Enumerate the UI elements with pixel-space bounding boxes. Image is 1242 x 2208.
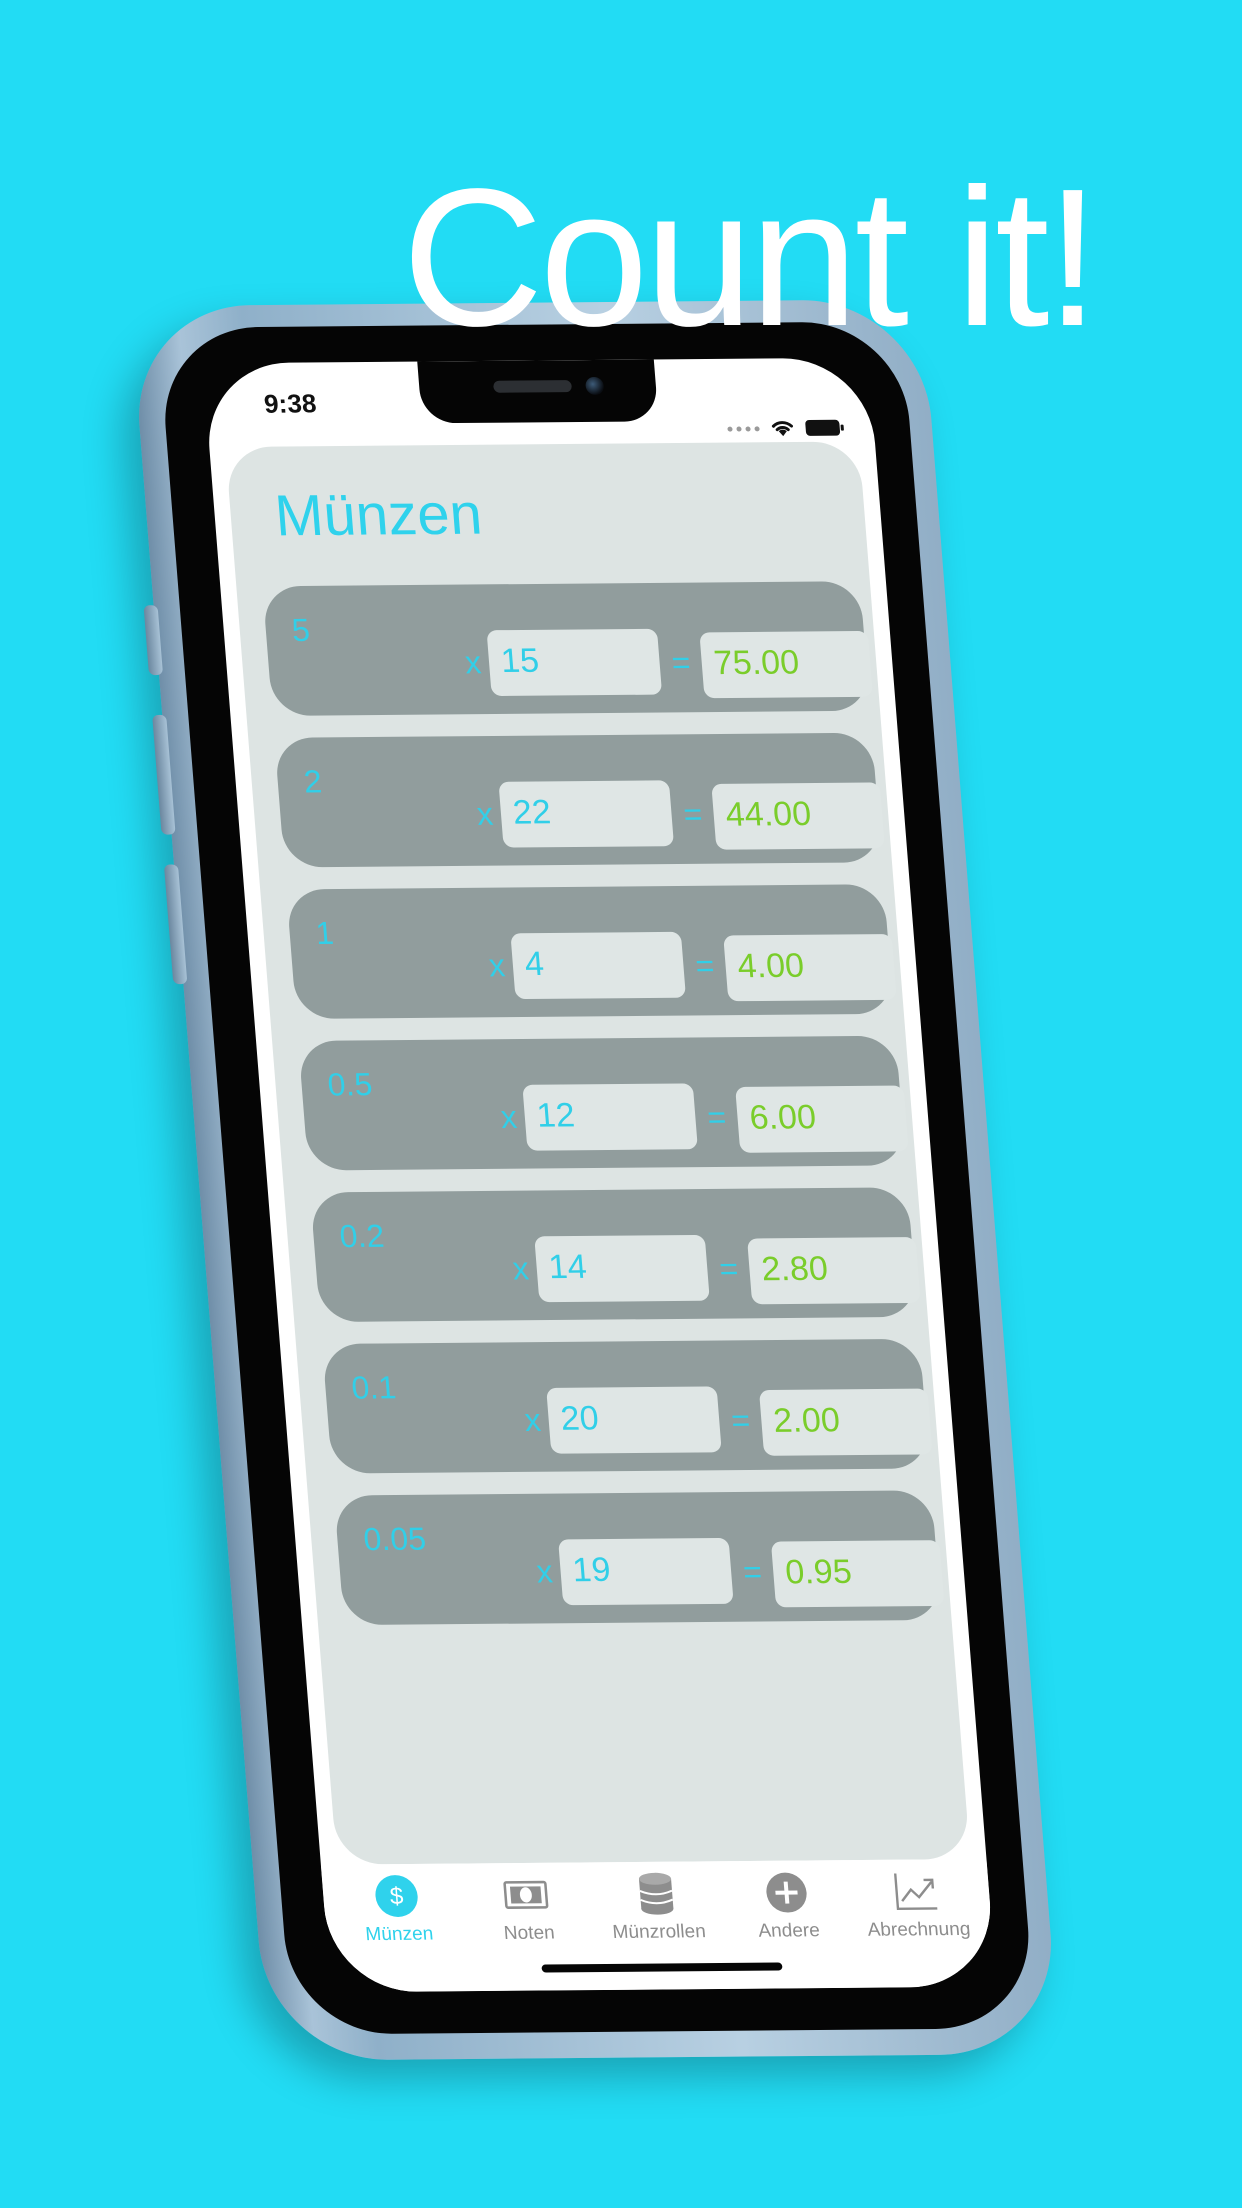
coin-row: 5 x 15 = 75.00 — [262, 581, 873, 716]
row-total: 2.00 — [758, 1388, 933, 1456]
equals-sign: = — [706, 1099, 728, 1136]
quantity-input[interactable]: 15 — [486, 628, 663, 697]
multiply-sign: x — [487, 947, 507, 984]
speaker-grille — [492, 380, 573, 393]
coin-denomination: 0.5 — [326, 1066, 374, 1103]
tab-label: Noten — [503, 1922, 556, 1944]
status-indicators — [727, 418, 841, 439]
quantity-input[interactable]: 19 — [558, 1537, 734, 1606]
front-camera — [584, 376, 605, 395]
tab-muenzrollen[interactable]: Münzrollen — [589, 1871, 725, 1944]
row-total: 4.00 — [723, 933, 897, 1002]
coin-denomination: 0.1 — [350, 1369, 398, 1406]
multiply-sign: x — [511, 1250, 531, 1287]
tab-abrechnung[interactable]: Abrechnung — [849, 1869, 985, 1942]
coin-rows: 5 x 15 = 75.00 2 x 22 = 44.00 1 x 4 = 4.… — [262, 581, 945, 1647]
quantity-input[interactable]: 14 — [534, 1234, 710, 1303]
quantity-input[interactable]: 12 — [522, 1083, 698, 1151]
dollar-circle-icon: $ — [373, 1874, 421, 1918]
status-time: 9:38 — [262, 388, 318, 419]
phone-mockup: 9:38 Münzen 5 x 15 = 75.00 2 x 22 = 44.0… — [130, 299, 1060, 2061]
multiply-sign: x — [523, 1401, 543, 1438]
cellular-signal-icon — [727, 425, 760, 432]
camera-notch — [417, 359, 659, 424]
multiply-sign: x — [535, 1553, 554, 1590]
coin-denomination: 2 — [302, 763, 324, 800]
equals-sign: = — [729, 1402, 752, 1439]
quantity-input[interactable]: 20 — [546, 1386, 722, 1454]
tab-noten[interactable]: Noten — [460, 1872, 596, 1945]
coin-row: 0.5 x 12 = 6.00 — [298, 1035, 909, 1171]
coin-row: 0.1 x 20 = 2.00 — [322, 1338, 933, 1474]
banknote-icon — [502, 1873, 550, 1917]
coin-denomination: 0.2 — [338, 1217, 386, 1255]
coin-denomination: 0.05 — [362, 1520, 428, 1558]
multiply-sign: x — [463, 644, 483, 681]
equals-sign: = — [670, 644, 692, 681]
multiply-sign: x — [499, 1098, 519, 1135]
coin-row: 0.2 x 14 = 2.80 — [310, 1187, 921, 1323]
row-total: 44.00 — [711, 782, 885, 850]
page-title: Münzen — [272, 481, 485, 549]
multiply-sign: x — [475, 795, 495, 832]
chart-trend-icon — [892, 1869, 940, 1913]
tab-bar: $ Münzen Noten Münzrollen Andere Abrechn… — [320, 1858, 997, 1993]
equals-sign: = — [694, 947, 716, 984]
wifi-icon — [771, 421, 793, 437]
tab-label: Andere — [757, 1920, 821, 1942]
tab-label: Münzrollen — [611, 1921, 707, 1944]
plus-circle-icon — [762, 1870, 810, 1914]
coin-denomination: 1 — [314, 914, 336, 951]
tab-andere[interactable]: Andere — [719, 1870, 855, 1943]
tab-label: Abrechnung — [866, 1918, 972, 1941]
quantity-input[interactable]: 4 — [510, 931, 686, 1000]
coin-row: 0.05 x 19 = 0.95 — [333, 1490, 945, 1626]
equals-sign: = — [741, 1553, 764, 1590]
row-total: 75.00 — [699, 630, 873, 699]
coin-count-sheet: Münzen 5 x 15 = 75.00 2 x 22 = 44.00 1 x… — [225, 441, 971, 1865]
coin-roll-icon — [632, 1872, 680, 1916]
phone-bezel: 9:38 Münzen 5 x 15 = 75.00 2 x 22 = 44.0… — [157, 321, 1036, 2035]
equals-sign: = — [682, 795, 704, 833]
tab-muenzen[interactable]: $ Münzen — [330, 1874, 466, 1947]
row-total: 2.80 — [747, 1237, 921, 1305]
row-total: 0.95 — [770, 1540, 945, 1608]
coin-row: 2 x 22 = 44.00 — [274, 732, 885, 868]
promo-page: Count it! 9:38 Münzen 5 x 15 = 75.00 2 x… — [0, 0, 1242, 2208]
equals-sign: = — [717, 1250, 740, 1287]
row-total: 6.00 — [735, 1085, 909, 1153]
battery-icon — [805, 419, 841, 436]
coin-denomination: 5 — [290, 611, 312, 648]
svg-text:$: $ — [389, 1883, 404, 1910]
app-screen: 9:38 Münzen 5 x 15 = 75.00 2 x 22 = 44.0… — [202, 357, 997, 1993]
promo-headline: Count it! — [402, 148, 1100, 367]
coin-row: 1 x 4 = 4.00 — [286, 884, 897, 1019]
quantity-input[interactable]: 22 — [498, 780, 675, 848]
tab-label: Münzen — [364, 1923, 435, 1946]
